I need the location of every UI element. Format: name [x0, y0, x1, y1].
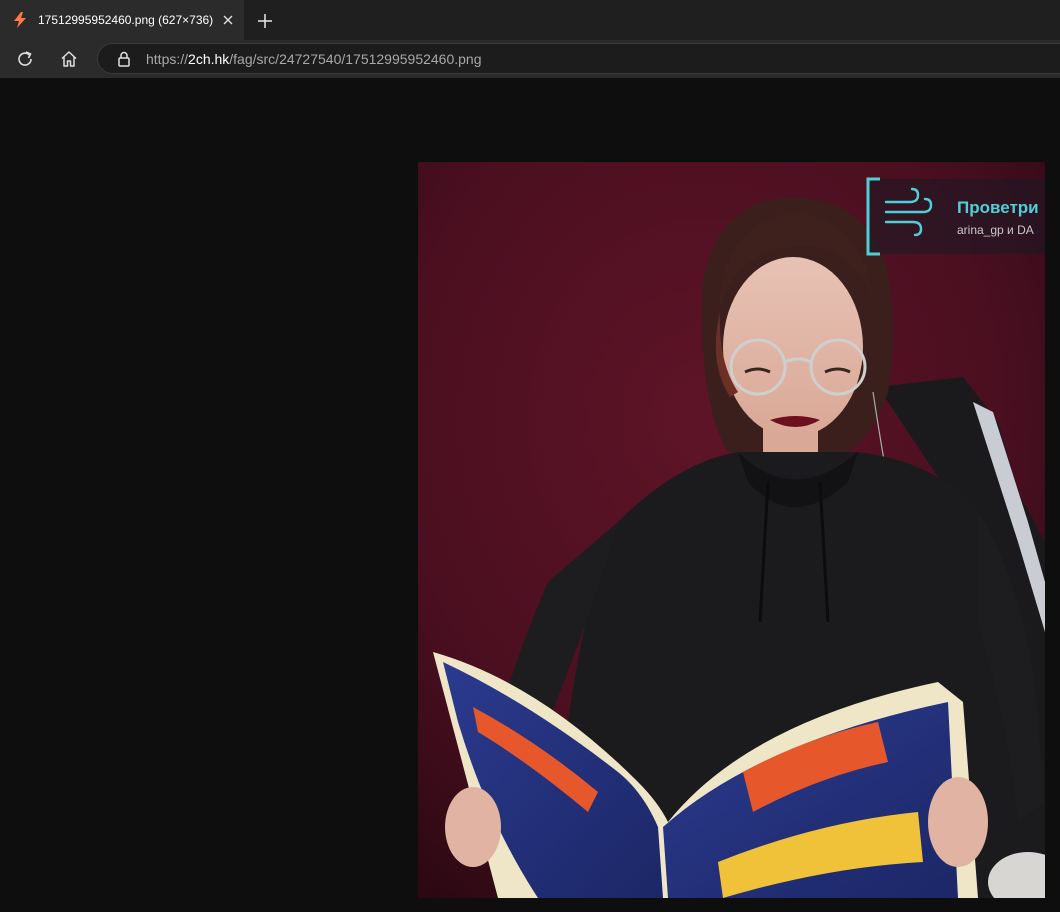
url-path: /fag/src/24727540/17512995952460.png [229, 50, 482, 67]
tab-title: 17512995952460.png (627×736) [38, 13, 214, 27]
new-tab-button[interactable] [254, 10, 276, 32]
toolbar: https://2ch.hk/fag/src/24727540/17512995… [0, 40, 1060, 78]
tab-active[interactable]: 17512995952460.png (627×736) [0, 0, 244, 40]
url-host: 2ch.hk [188, 50, 230, 67]
tab-strip: 17512995952460.png (627×736) [0, 0, 1060, 40]
overlay-subtitle: arina_gp и DA [957, 223, 1034, 237]
page-viewport: Проветри arina_gp и DA [0, 78, 1060, 912]
close-icon[interactable] [220, 12, 236, 28]
photo-illustration [418, 162, 1045, 898]
address-bar[interactable]: https://2ch.hk/fag/src/24727540/17512995… [97, 43, 1060, 74]
bolt-icon [12, 12, 28, 28]
overlay-title: Проветри [957, 198, 1039, 217]
url-text: https://2ch.hk/fag/src/24727540/17512995… [146, 51, 482, 67]
home-button[interactable] [57, 47, 81, 71]
lock-icon[interactable] [116, 51, 132, 67]
plus-icon [258, 14, 272, 28]
reload-icon [18, 51, 32, 66]
home-icon [61, 51, 77, 67]
displayed-image[interactable]: Проветри arina_gp и DA [418, 162, 1045, 898]
url-prefix: https:// [146, 50, 189, 67]
reload-button[interactable] [13, 47, 37, 71]
browser-window: 17512995952460.png (627×736) https://2ch… [0, 0, 1060, 912]
